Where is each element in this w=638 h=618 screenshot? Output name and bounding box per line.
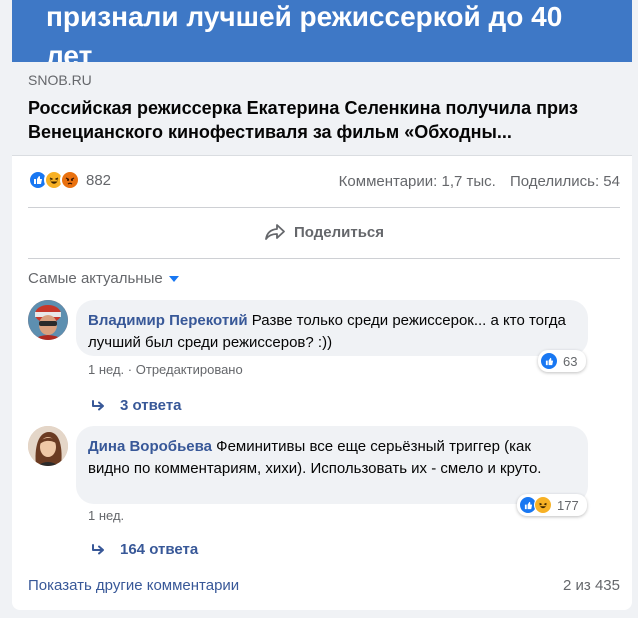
divider: [28, 258, 620, 259]
link-preview[interactable]: SNOB.RU Российская режиссерка Екатерина …: [12, 62, 632, 156]
comment-author[interactable]: Дина Воробьева: [88, 438, 212, 455]
share-count[interactable]: Поделились: 54: [510, 173, 620, 190]
share-button[interactable]: Поделиться: [28, 210, 620, 254]
comment-reaction-count: 177: [557, 497, 579, 513]
link-preview-image-text: признали лучшей режиссеркой до 40 лет: [46, 1, 563, 62]
comment-meta: 1 нед.: [88, 508, 124, 523]
comments-counter: 2 из 435: [563, 577, 620, 594]
comment-edited: Отредактировано: [135, 362, 243, 377]
comment-sort-label: Самые актуальные: [28, 270, 163, 287]
link-headline[interactable]: Российская режиссерка Екатерина Селенкин…: [28, 96, 618, 144]
replies-count: 164 ответа: [120, 541, 199, 558]
avatar[interactable]: [28, 426, 68, 466]
divider: [28, 207, 620, 208]
share-button-label: Поделиться: [293, 223, 385, 241]
link-domain: SNOB.RU: [28, 72, 92, 88]
comment-sort-dropdown[interactable]: Самые актуальные: [28, 270, 179, 287]
comment-author[interactable]: Владимир Перекотий: [88, 312, 248, 329]
reply-arrow-icon: [92, 543, 104, 554]
share-arrow-icon: [265, 224, 285, 240]
angry-icon: [60, 170, 80, 190]
reaction-summary[interactable]: 882: [28, 170, 111, 190]
post-stats: 882 Комментарии: 1,7 тыс. Поделились: 54: [28, 168, 620, 196]
meta-separator: ·: [127, 362, 136, 377]
comment-meta: 1 нед. · Отредактировано: [88, 362, 243, 377]
like-icon: [540, 352, 558, 370]
comment-reaction-count: 63: [563, 353, 578, 369]
show-more-comments-link[interactable]: Показать другие комментарии: [28, 577, 239, 594]
comment-reactions[interactable]: 63: [538, 350, 586, 372]
comment-time[interactable]: 1 нед.: [88, 362, 124, 377]
reply-arrow-icon: [92, 399, 104, 410]
haha-icon: [534, 496, 552, 514]
view-replies-link[interactable]: 164 ответа: [92, 541, 198, 558]
comment-count[interactable]: Комментарии: 1,7 тыс.: [339, 173, 496, 190]
avatar[interactable]: [28, 300, 68, 340]
link-preview-image[interactable]: признали лучшей режиссеркой до 40 лет: [12, 0, 632, 62]
caret-down-icon: [168, 275, 179, 282]
comment-time[interactable]: 1 нед.: [88, 508, 124, 523]
post-card: признали лучшей режиссеркой до 40 лет SN…: [12, 0, 632, 610]
engagement-counts: Комментарии: 1,7 тыс. Поделились: 54: [339, 173, 620, 190]
replies-count: 3 ответа: [120, 397, 182, 414]
comments-footer: Показать другие комментарии 2 из 435: [28, 577, 620, 599]
comment-bubble: Дина Воробьева Феминитивы все еще серьёз…: [76, 426, 588, 504]
comment-reactions[interactable]: 177: [517, 494, 587, 516]
comment-bubble: Владимир Перекотий Разве только среди ре…: [76, 300, 588, 356]
reaction-count: 882: [86, 171, 112, 189]
view-replies-link[interactable]: 3 ответа: [92, 397, 182, 414]
